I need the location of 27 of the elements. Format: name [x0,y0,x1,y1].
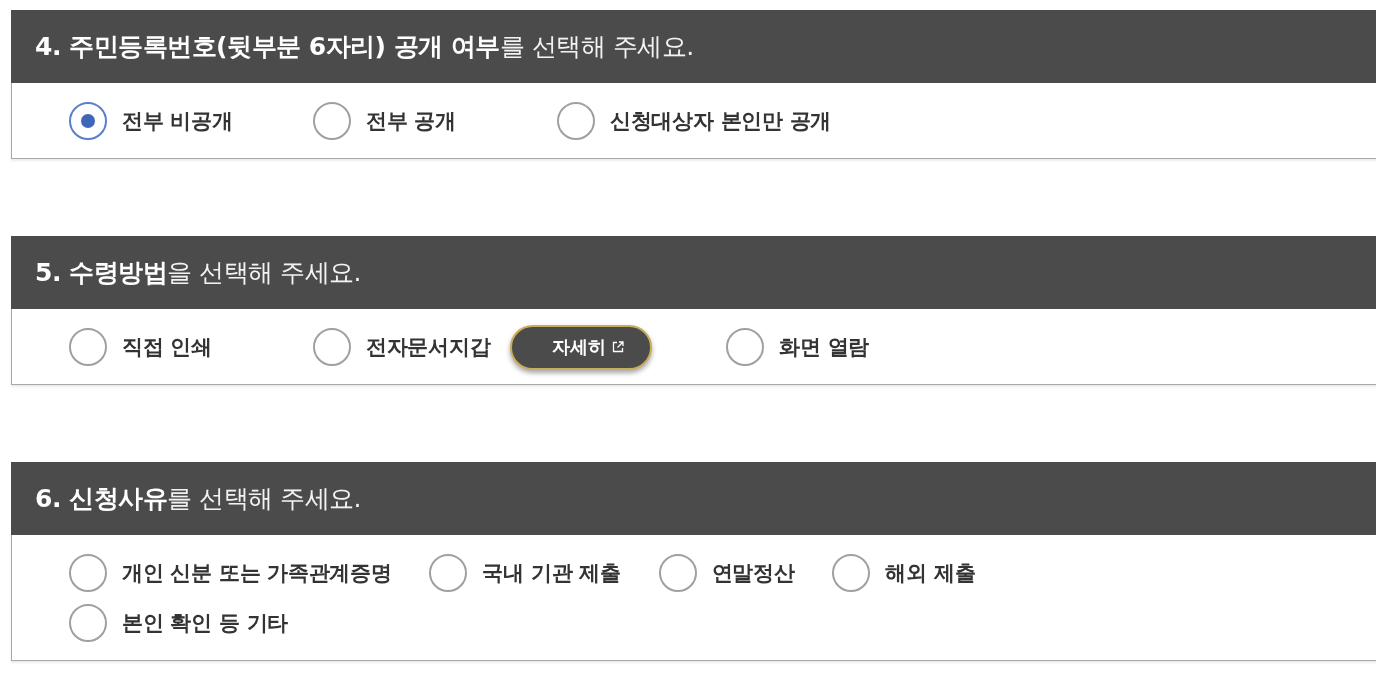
option-label[interactable]: 전부 비공개 [122,107,233,135]
radio-button[interactable] [69,328,107,366]
section-title: 5. 수령방법을 선택해 주세요. [35,257,361,289]
option-label[interactable]: 연말정산 [711,559,795,587]
section-title: 4. 주민등록번호(뒷부분 6자리) 공개 여부를 선택해 주세요. [35,31,694,63]
option-label[interactable]: 전부 공개 [366,107,456,135]
radio-button[interactable] [313,102,351,140]
radio-button[interactable] [557,102,595,140]
radio-button[interactable] [69,604,107,642]
option-label[interactable]: 국내 기관 제출 [482,559,621,587]
option-label[interactable]: 본인 확인 등 기타 [122,609,288,637]
radio-button[interactable] [313,328,351,366]
option-label[interactable]: 전자문서지갑 [366,333,491,361]
external-link-icon [612,341,625,353]
radio-button[interactable] [832,554,871,592]
option-label[interactable]: 신청대상자 본인만 공개 [610,107,832,135]
radio-button[interactable] [69,554,107,592]
radio-button[interactable] [429,554,468,592]
option-label[interactable]: 해외 제출 [885,559,976,587]
radio-button[interactable] [69,102,107,140]
radio-button[interactable] [726,328,765,366]
details-button[interactable]: 자세히 [510,324,653,370]
section-title: 6. 신청사유를 선택해 주세요. [35,483,361,515]
option-label[interactable]: 개인 신분 또는 가족관계증명 [122,559,392,587]
radio-button[interactable] [658,554,697,592]
option-label[interactable]: 직접 인쇄 [122,333,212,361]
option-label[interactable]: 화면 열람 [779,333,869,361]
